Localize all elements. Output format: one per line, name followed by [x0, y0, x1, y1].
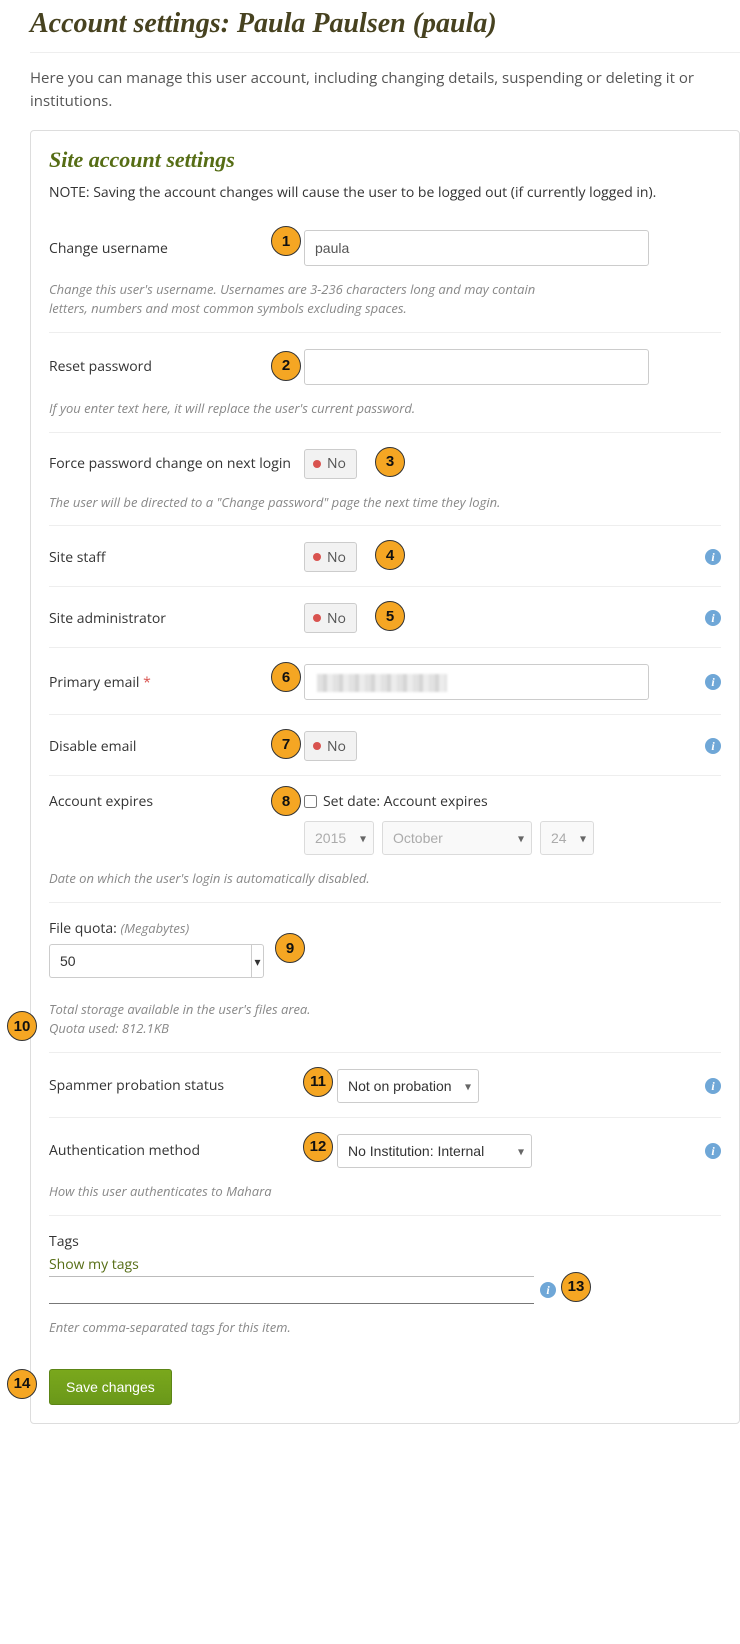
username-desc: Change this user's username. Usernames a… [49, 280, 569, 318]
save-changes-button[interactable]: Save changes [49, 1369, 172, 1405]
info-icon[interactable]: i [705, 610, 721, 626]
auth-method-label: Authentication method [49, 1141, 337, 1160]
account-expires-checkbox-row[interactable]: Set date: Account expires [304, 792, 488, 811]
spammer-label: Spammer probation status [49, 1076, 337, 1095]
field-reset-password: 2 Reset password If you enter text here,… [49, 332, 721, 432]
info-icon[interactable]: i [705, 549, 721, 565]
info-icon[interactable]: i [705, 1143, 721, 1159]
settings-panel: Site account settings NOTE: Saving the a… [30, 130, 740, 1424]
force-password-toggle[interactable]: No [304, 449, 357, 479]
file-quota-label: File quota: [49, 919, 117, 938]
callout-9: 9 [275, 933, 305, 963]
account-expires-checkbox-label: Set date: Account expires [323, 792, 488, 811]
file-quota-unit: (Megabytes) [120, 919, 189, 937]
account-expires-label: Account expires [49, 792, 304, 811]
primary-email-label: Primary email * [49, 673, 304, 692]
tags-input[interactable] [49, 1276, 534, 1304]
account-expires-desc: Date on which the user's login is automa… [49, 869, 569, 888]
force-password-desc: The user will be directed to a "Change p… [49, 493, 569, 512]
expires-month-select[interactable]: October [382, 821, 532, 855]
required-icon: * [143, 673, 151, 692]
tags-desc: Enter comma-separated tags for this item… [49, 1318, 569, 1337]
field-site-admin: 5 Site administrator No i [49, 586, 721, 647]
page-title: Account settings: Paula Paulsen (paula) [30, 8, 740, 53]
field-file-quota: 9 10 File quota: (Megabytes) ▾ Total sto… [49, 902, 721, 1052]
field-auth-method: 12 Authentication method No Institution:… [49, 1117, 721, 1215]
field-primary-email: 6 Primary email * i [49, 647, 721, 714]
username-label: Change username [49, 239, 304, 258]
callout-1: 1 [271, 226, 301, 256]
info-icon[interactable]: i [540, 1282, 556, 1298]
field-site-staff: 4 Site staff No i [49, 525, 721, 586]
reset-password-label: Reset password [49, 357, 304, 376]
tags-label: Tags [49, 1232, 721, 1251]
callout-10: 10 [7, 1011, 37, 1041]
disable-email-toggle[interactable]: No [304, 731, 357, 761]
account-expires-checkbox[interactable] [304, 795, 317, 808]
panel-note: NOTE: Saving the account changes will ca… [49, 183, 721, 202]
callout-13: 13 [561, 1272, 591, 1302]
field-tags: 13 Tags Show my tags i Enter comma-separ… [49, 1215, 721, 1351]
field-account-expires: 8 Account expires Set date: Account expi… [49, 775, 721, 902]
username-input[interactable] [304, 230, 649, 266]
force-password-label: Force password change on next login [49, 454, 304, 473]
info-icon[interactable]: i [705, 1078, 721, 1094]
callout-12: 12 [303, 1132, 333, 1162]
spammer-select[interactable]: Not on probation [337, 1069, 479, 1103]
site-staff-value: No [327, 548, 346, 567]
toggle-off-icon [313, 614, 321, 622]
site-admin-toggle[interactable]: No [304, 603, 357, 633]
field-disable-email: 7 Disable email No i [49, 714, 721, 775]
force-password-value: No [327, 454, 346, 473]
file-quota-input[interactable] [49, 944, 251, 978]
reset-password-input[interactable] [304, 349, 649, 385]
field-username: 1 Change username Change this user's use… [49, 208, 721, 332]
site-staff-label: Site staff [49, 548, 304, 567]
chevron-down-icon[interactable]: ▾ [251, 944, 264, 978]
reset-password-desc: If you enter text here, it will replace … [49, 399, 569, 418]
redacted-value [317, 674, 447, 692]
auth-method-select[interactable]: No Institution: Internal [337, 1134, 532, 1168]
info-icon[interactable]: i [705, 738, 721, 754]
panel-title: Site account settings [49, 147, 721, 173]
callout-2: 2 [271, 351, 301, 381]
toggle-off-icon [313, 460, 321, 468]
file-quota-desc2: Quota used: 812.1KB [49, 1019, 569, 1038]
callout-14: 14 [7, 1369, 37, 1399]
expires-year-select[interactable]: 2015 [304, 821, 374, 855]
toggle-off-icon [313, 742, 321, 750]
toggle-off-icon [313, 553, 321, 561]
site-admin-value: No [327, 609, 346, 628]
site-staff-toggle[interactable]: No [304, 542, 357, 572]
file-quota-desc1: Total storage available in the user's fi… [49, 1000, 569, 1019]
show-my-tags-link[interactable]: Show my tags [49, 1255, 139, 1274]
auth-method-desc: How this user authenticates to Mahara [49, 1182, 569, 1201]
file-quota-control[interactable]: ▾ [49, 944, 264, 978]
page-intro: Here you can manage this user account, i… [30, 67, 740, 112]
primary-email-input[interactable] [304, 664, 649, 700]
disable-email-label: Disable email [49, 737, 304, 756]
field-force-password: 3 Force password change on next login No… [49, 432, 721, 526]
disable-email-value: No [327, 737, 346, 756]
expires-day-select[interactable]: 24 [540, 821, 594, 855]
site-admin-label: Site administrator [49, 609, 304, 628]
callout-3: 3 [375, 447, 405, 477]
callout-11: 11 [303, 1067, 333, 1097]
info-icon[interactable]: i [705, 674, 721, 690]
field-spammer: 11 Spammer probation status Not on proba… [49, 1052, 721, 1117]
